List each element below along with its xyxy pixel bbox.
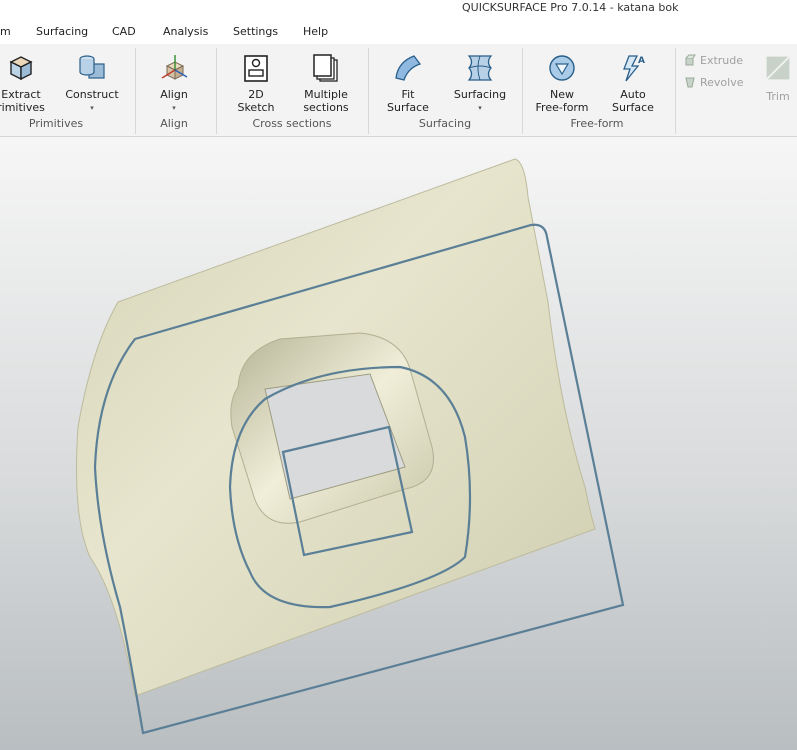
group-divider — [135, 48, 136, 134]
sketch-icon — [244, 55, 268, 82]
menu-bar: m Surfacing CAD Analysis Settings Help — [0, 20, 797, 44]
multiple-sections-button[interactable]: Multiple sections — [294, 48, 358, 118]
extrude-label: Extrude — [700, 54, 744, 67]
auto-label-line1: Auto — [620, 88, 646, 101]
title-bar: QUICKSURFACE Pro 7.0.14 - katana bok — [0, 0, 797, 18]
auto-label-line2: Surface — [612, 101, 654, 114]
multiple-label-line2: sections — [303, 101, 349, 114]
menu-item-cad[interactable]: CAD — [112, 25, 136, 38]
extract-label-line2: rimitives — [0, 101, 45, 114]
group-label-align: Align — [160, 117, 188, 130]
3d-viewport[interactable] — [0, 137, 797, 750]
multiple-label-line1: Multiple — [304, 88, 348, 101]
group-label-primitives: Primitives — [28, 117, 84, 130]
group-divider — [675, 48, 676, 134]
axes-cube-icon — [161, 55, 188, 80]
fit-surface-icon — [395, 55, 422, 81]
freeform-ball-icon — [549, 55, 575, 81]
construct-caret: ▾ — [90, 104, 94, 112]
auto-surface-icon: A — [623, 55, 645, 82]
revolve-label: Revolve — [700, 76, 744, 89]
sketch-label-line2: Sketch — [237, 101, 275, 114]
trim-button[interactable]: Trim — [758, 48, 797, 118]
group-divider — [522, 48, 523, 134]
revolve-icon — [685, 77, 695, 88]
auto-surface-button[interactable]: A Auto Surface — [602, 48, 664, 118]
surfacing-caret: ▾ — [478, 104, 482, 112]
group-label-cross-sections: Cross sections — [252, 117, 332, 130]
ribbon: Extract rimitives Construct ▾ Primitives… — [0, 44, 797, 137]
fit-surface-button[interactable]: Fit Surface — [378, 48, 438, 118]
extrude-icon — [685, 54, 696, 66]
sketch-label-line1: 2D — [248, 88, 264, 101]
menu-item-m[interactable]: m — [0, 25, 11, 38]
surface-patch-icon — [467, 55, 493, 81]
menu-item-analysis[interactable]: Analysis — [163, 25, 208, 38]
cylinder-box-icon — [79, 55, 105, 79]
trim-label: Trim — [766, 90, 790, 103]
trim-icon — [766, 56, 790, 80]
2d-sketch-button[interactable]: 2D Sketch — [226, 48, 286, 118]
align-button[interactable]: Align ▾ — [144, 48, 204, 118]
menu-item-settings[interactable]: Settings — [233, 25, 278, 38]
revolve-button[interactable]: Revolve — [684, 76, 744, 89]
fit-label-line2: Surface — [387, 101, 429, 114]
window-title: QUICKSURFACE Pro 7.0.14 - katana bok — [462, 1, 679, 14]
surfacing-button[interactable]: Surfacing ▾ — [448, 48, 512, 118]
group-label-surfacing: Surfacing — [418, 117, 472, 130]
scene-canvas[interactable] — [0, 137, 797, 750]
construct-button[interactable]: Construct ▾ — [62, 48, 122, 118]
new-freeform-button[interactable]: New Free-form — [530, 48, 594, 118]
menu-item-surfacing[interactable]: Surfacing — [36, 25, 88, 38]
align-label: Align — [160, 88, 188, 101]
fit-label-line1: Fit — [401, 88, 415, 101]
extrude-button[interactable]: Extrude — [684, 54, 743, 67]
menu-item-help[interactable]: Help — [303, 25, 328, 38]
construct-label: Construct — [65, 88, 119, 101]
align-caret: ▾ — [172, 104, 176, 112]
new-label-line1: New — [550, 88, 574, 101]
group-divider — [216, 48, 217, 134]
svg-text:A: A — [638, 56, 645, 66]
cube-icon — [9, 56, 33, 81]
extract-label-line1: Extract — [1, 88, 41, 101]
surfacing-label: Surfacing — [453, 88, 507, 101]
group-label-freeform: Free-form — [570, 117, 624, 130]
new-label-line2: Free-form — [535, 101, 589, 114]
group-divider — [368, 48, 369, 134]
extract-primitives-button[interactable]: Extract rimitives — [0, 48, 54, 118]
pages-icon — [313, 54, 338, 82]
